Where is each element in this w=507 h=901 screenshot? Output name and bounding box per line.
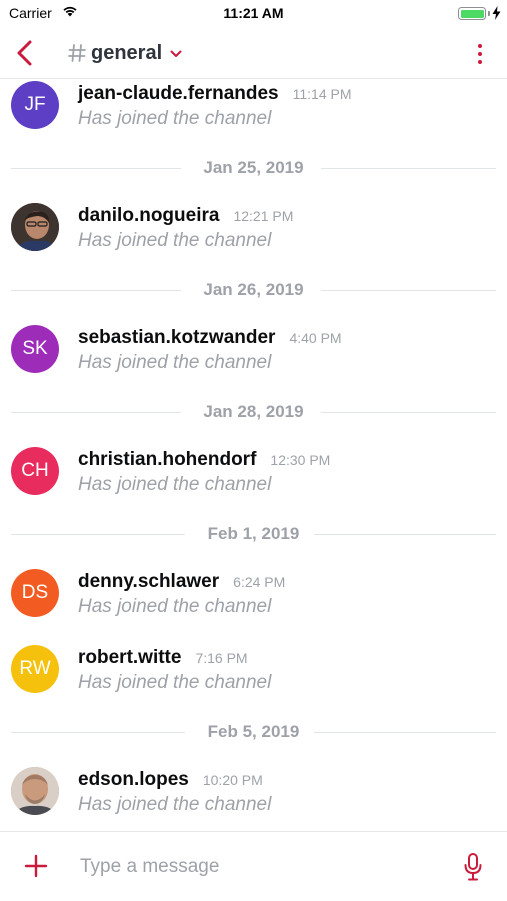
avatar-initials: JF	[24, 94, 46, 115]
avatar-initials: SK	[22, 338, 48, 359]
date-separator-label: Feb 5, 2019	[207, 722, 300, 741]
hash-icon	[68, 44, 86, 62]
message-item: SK sebastian.kotzwander 4:40 PM Has joine…	[0, 323, 507, 393]
message-time: 11:14 PM	[292, 86, 352, 102]
avatar-initials: DS	[21, 582, 49, 603]
message-header: jean-claude.fernandes 11:14 PM	[78, 83, 352, 105]
system-message-text: Has joined the channel	[78, 596, 272, 617]
system-message-text: Has joined the channel	[78, 352, 272, 373]
system-message-text: Has joined the channel	[78, 672, 272, 693]
avatar-initials: CH	[21, 460, 49, 481]
date-separator: Feb 5, 2019	[11, 722, 496, 742]
user-photo	[11, 767, 59, 815]
message-time: 7:16 PM	[195, 650, 248, 666]
message-input[interactable]	[80, 852, 410, 882]
chevron-left-icon[interactable]	[12, 38, 40, 68]
message-list[interactable]: JF jean-claude.fernandes 11:14 PM Has joi…	[0, 79, 507, 831]
system-message-text: Has joined the channel	[78, 794, 272, 815]
username[interactable]: sebastian.kotzwander	[78, 327, 275, 348]
clock: 11:21 AM	[223, 5, 284, 21]
avatar[interactable]: JF	[11, 81, 59, 129]
username[interactable]: edson.lopes	[78, 769, 189, 790]
username[interactable]: christian.hohendorf	[78, 449, 256, 470]
chevron-down-icon	[170, 50, 182, 57]
avatar-initials: RW	[19, 658, 51, 679]
message-time: 10:20 PM	[202, 772, 263, 788]
message-item: CH christian.hohendorf 12:30 PM Has joine…	[0, 445, 507, 515]
message-time: 12:30 PM	[270, 452, 331, 468]
date-separator: Jan 28, 2019	[11, 402, 496, 422]
avatar[interactable]: RW	[11, 645, 59, 693]
avatar[interactable]	[11, 203, 59, 251]
username[interactable]: jean-claude.fernandes	[78, 83, 279, 104]
charging-bolt-icon	[492, 6, 501, 20]
user-photo	[11, 203, 59, 251]
channel-title[interactable]: general	[68, 40, 182, 66]
message-item: edson.lopes 10:20 PM Has joined the chann…	[0, 765, 507, 831]
date-separator-label: Jan 26, 2019	[203, 280, 304, 299]
message-item: JF jean-claude.fernandes 11:14 PM Has joi…	[0, 79, 507, 149]
date-separator: Jan 25, 2019	[11, 158, 496, 178]
system-message-text: Has joined the channel	[78, 108, 272, 129]
message-composer	[0, 831, 507, 901]
date-separator-label: Feb 1, 2019	[207, 524, 300, 543]
plus-icon[interactable]	[24, 854, 48, 878]
channel-header: general	[0, 28, 507, 79]
message-item: RW robert.witte 7:16 PM Has joined the ch…	[0, 643, 507, 713]
date-separator-label: Jan 25, 2019	[203, 158, 304, 177]
message-header: christian.hohendorf 12:30 PM	[78, 449, 330, 471]
avatar[interactable]	[11, 767, 59, 815]
message-header: edson.lopes 10:20 PM	[78, 769, 263, 791]
microphone-icon[interactable]	[463, 852, 483, 882]
username[interactable]: denny.schlawer	[78, 571, 219, 592]
battery-icon	[458, 7, 486, 20]
message-header: sebastian.kotzwander 4:40 PM	[78, 327, 342, 349]
message-time: 6:24 PM	[233, 574, 286, 590]
message-header: danilo.nogueira 12:21 PM	[78, 205, 293, 227]
username[interactable]: danilo.nogueira	[78, 205, 219, 226]
channel-name: general	[91, 42, 163, 64]
system-message-text: Has joined the channel	[78, 474, 272, 495]
avatar[interactable]: DS	[11, 569, 59, 617]
message-item: DS denny.schlawer 6:24 PM Has joined the …	[0, 567, 507, 637]
status-bar: Carrier 11:21 AM	[0, 0, 507, 28]
message-time: 12:21 PM	[233, 208, 294, 224]
system-message-text: Has joined the channel	[78, 230, 272, 251]
battery-tip	[487, 11, 490, 16]
message-time: 4:40 PM	[289, 330, 342, 346]
message-header: denny.schlawer 6:24 PM	[78, 571, 285, 593]
avatar[interactable]: SK	[11, 325, 59, 373]
username[interactable]: robert.witte	[78, 647, 181, 668]
avatar[interactable]: CH	[11, 447, 59, 495]
date-separator: Feb 1, 2019	[11, 524, 496, 544]
message-item: danilo.nogueira 12:21 PM Has joined the c…	[0, 201, 507, 271]
date-separator-label: Jan 28, 2019	[203, 402, 304, 421]
message-header: robert.witte 7:16 PM	[78, 647, 248, 669]
date-separator: Jan 26, 2019	[11, 280, 496, 300]
kebab-menu-icon[interactable]	[473, 42, 487, 66]
